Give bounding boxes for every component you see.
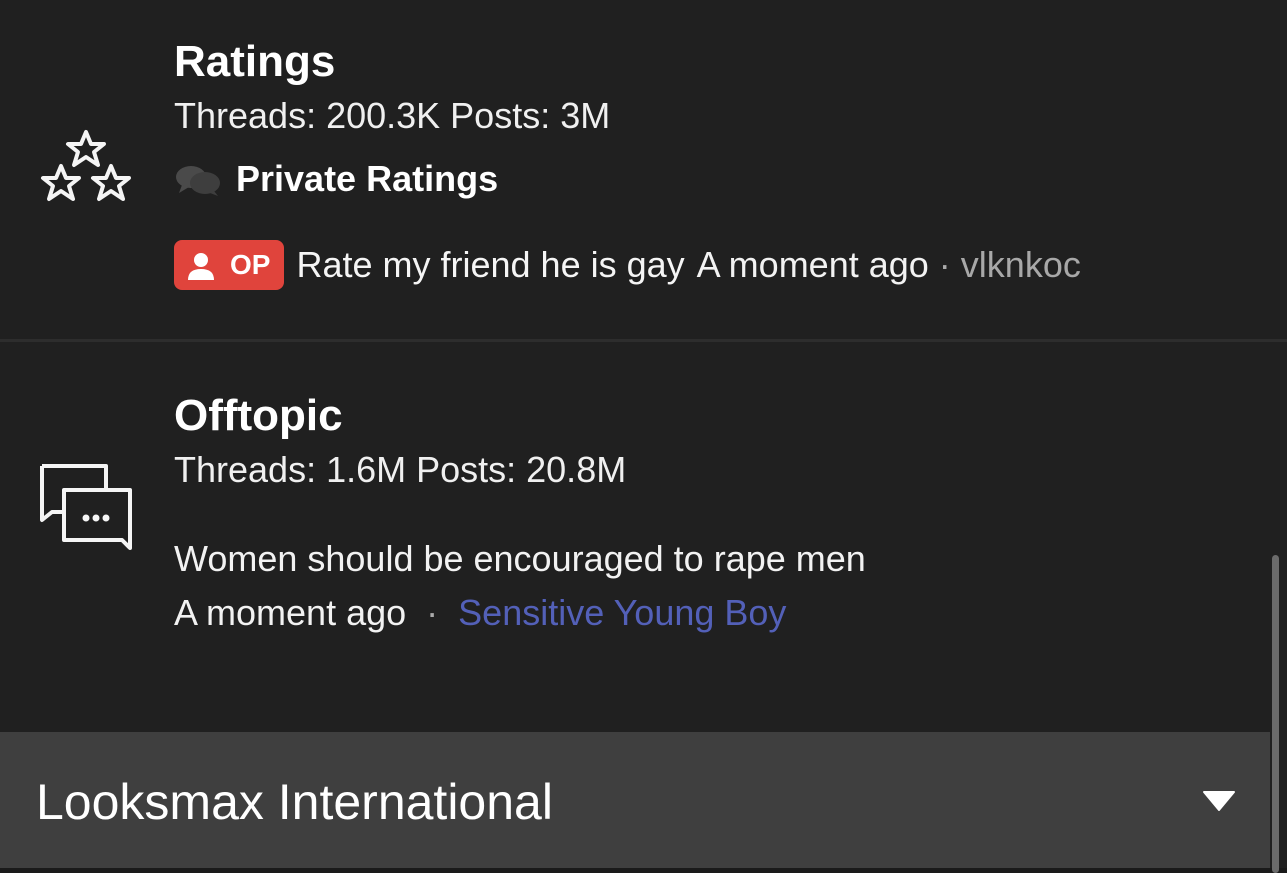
forum-node-ratings[interactable]: Ratings Threads: 200.3K Posts: 3M Privat… (0, 0, 1287, 340)
op-badge-label: OP (230, 249, 271, 280)
forum-list: Ratings Threads: 200.3K Posts: 3M Privat… (0, 0, 1287, 873)
section-header-bar[interactable]: Looksmax International (0, 732, 1270, 868)
forum-stats: Threads: 1.6M Posts: 20.8M (174, 449, 627, 490)
separator: · (426, 592, 439, 633)
latest-author[interactable]: Sensitive Young Boy (458, 592, 786, 633)
latest-thread-title[interactable]: Rate my friend he is gay (296, 243, 684, 287)
latest-post[interactable]: Women should be encouraged to rape men A… (174, 532, 1227, 640)
latest-thread-title[interactable]: Women should be encouraged to rape men (174, 532, 1227, 586)
scrollbar[interactable] (1272, 555, 1279, 873)
chat-bubbles-icon (38, 462, 134, 559)
chevron-down-icon[interactable] (1202, 790, 1236, 812)
op-badge: OP (174, 240, 285, 290)
forum-node-body: Ratings Threads: 200.3K Posts: 3M Privat… (174, 36, 1227, 290)
chat-bubbles-icon (174, 163, 222, 196)
forum-stats: Threads: 200.3K Posts: 3M (174, 95, 611, 136)
latest-author[interactable]: vlknkoc (961, 243, 1081, 287)
bottom-strip (0, 868, 1287, 873)
stars-icon (38, 128, 134, 209)
user-icon (186, 250, 216, 280)
subforum-label: Private Ratings (236, 158, 499, 199)
latest-post[interactable]: OP Rate my friend he is gay A moment ago… (174, 240, 1227, 290)
forum-node-body: Offtopic Threads: 1.6M Posts: 20.8M Wome… (174, 390, 1227, 640)
forum-node-offtopic[interactable]: Offtopic Threads: 1.6M Posts: 20.8M Wome… (0, 342, 1287, 732)
subforum-link[interactable]: Private Ratings (174, 158, 1227, 200)
latest-time: A moment ago (174, 592, 407, 633)
forum-title[interactable]: Offtopic (174, 390, 343, 442)
section-title: Looksmax International (36, 774, 553, 830)
separator: · (938, 244, 951, 285)
latest-time: A moment ago (696, 244, 929, 285)
forum-title[interactable]: Ratings (174, 36, 335, 88)
